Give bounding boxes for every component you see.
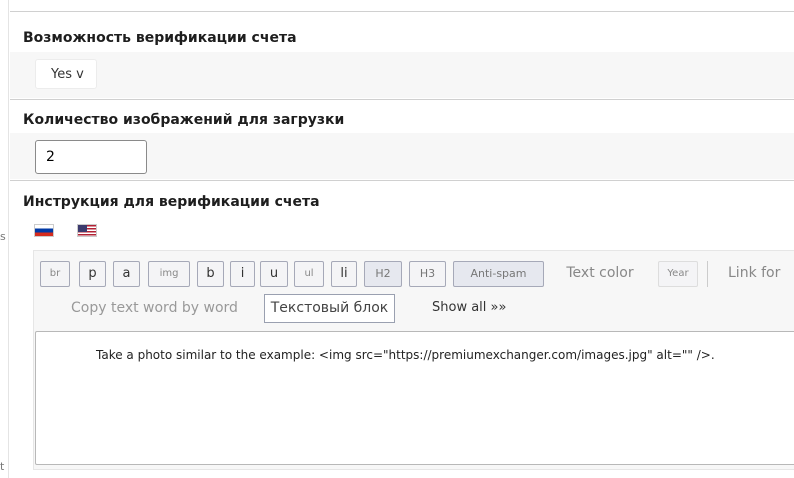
bold-button[interactable]: b <box>197 261 224 287</box>
editor-content: Take a photo similar to the example: <im… <box>96 348 715 362</box>
verification-title: Возможность верификации счета <box>23 30 297 46</box>
a-button[interactable]: a <box>113 261 140 287</box>
russia-flag-icon[interactable] <box>34 224 54 237</box>
divider <box>10 99 794 100</box>
ul-button[interactable]: ul <box>294 261 324 287</box>
h3-button[interactable]: H3 <box>409 261 446 287</box>
usa-flag-icon[interactable] <box>77 224 97 237</box>
text-color-button[interactable]: Text color <box>555 261 645 287</box>
year-button[interactable]: Year <box>658 261 698 287</box>
show-all-button[interactable]: Show all »» <box>432 294 506 322</box>
h2-button[interactable]: H2 <box>364 261 402 287</box>
image-count-input[interactable] <box>35 140 147 174</box>
left-sidebar-edge: s t <box>0 0 9 478</box>
underline-button[interactable]: u <box>260 261 288 287</box>
divider <box>10 180 794 181</box>
p-button[interactable]: p <box>79 261 106 287</box>
li-button[interactable]: li <box>331 261 357 287</box>
antispam-button[interactable]: Anti-spam <box>453 261 544 287</box>
editor-textarea[interactable]: Take a photo similar to the example: <im… <box>35 331 794 465</box>
image-count-title: Количество изображений для загрузки <box>23 112 345 128</box>
instruction-title: Инструкция для верификации счета <box>23 194 320 210</box>
verification-select[interactable]: Yes v <box>35 59 97 89</box>
link-for-button[interactable]: Link for <box>707 261 794 287</box>
text-block-button[interactable]: Текстовый блок <box>264 294 395 323</box>
copy-text-word-button[interactable]: Copy text word by word <box>71 294 238 322</box>
left-edge-mark: s <box>0 230 6 243</box>
verification-field-area <box>10 52 794 98</box>
img-button[interactable]: img <box>148 261 190 287</box>
left-edge-mark: t <box>0 460 5 473</box>
divider <box>10 11 794 12</box>
br-button[interactable]: br <box>40 261 70 287</box>
italic-button[interactable]: i <box>230 261 255 287</box>
